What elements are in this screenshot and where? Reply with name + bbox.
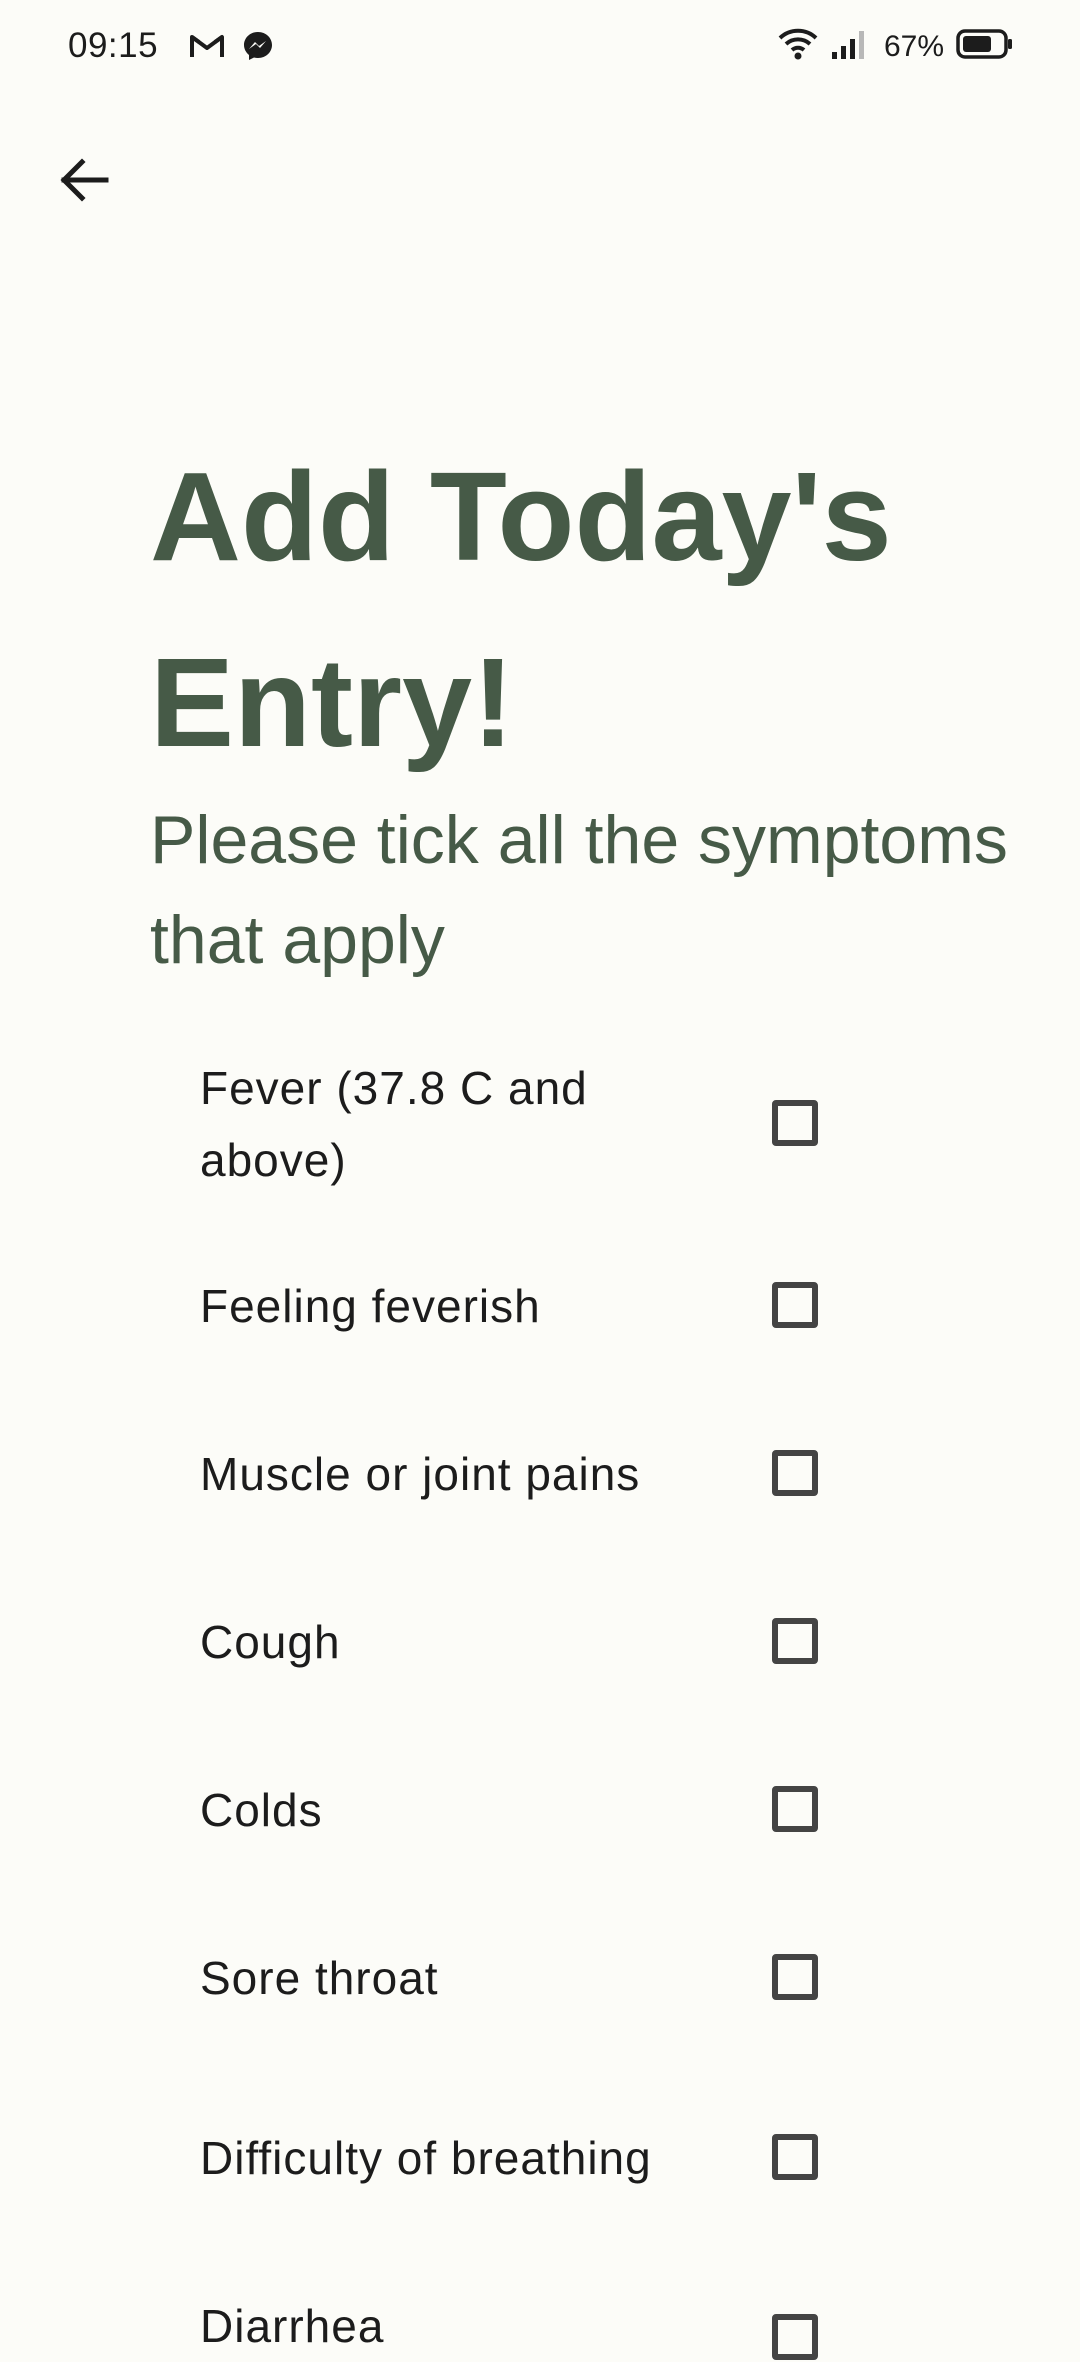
checkbox-fever[interactable] bbox=[772, 1100, 818, 1146]
symptom-row-cough[interactable]: Cough bbox=[200, 1606, 840, 1678]
symptom-row-sore-throat[interactable]: Sore throat bbox=[200, 1942, 840, 2014]
checkbox-muscle-joint-pains[interactable] bbox=[772, 1450, 818, 1496]
symptom-label: Colds bbox=[200, 1784, 323, 1836]
symptom-label: Diarrhea bbox=[200, 2300, 385, 2352]
checkbox-cough[interactable] bbox=[772, 1618, 818, 1664]
checkbox-feeling-feverish[interactable] bbox=[772, 1282, 818, 1328]
symptom-label: Sore throat bbox=[200, 1952, 439, 2004]
symptom-row-diarrhea[interactable]: Diarrhea bbox=[200, 2290, 840, 2362]
checkbox-diarrhea[interactable] bbox=[772, 2314, 818, 2360]
symptom-label: Cough bbox=[200, 1616, 341, 1668]
symptom-label: Feeling feverish bbox=[200, 1280, 541, 1332]
checkbox-sore-throat[interactable] bbox=[772, 1954, 818, 2000]
symptom-list: Fever (37.8 C and above) Feeling feveris… bbox=[0, 0, 1080, 2360]
symptom-row-difficulty-breathing[interactable]: Difficulty of breathing bbox=[200, 2086, 840, 2230]
symptom-label: Muscle or joint pains bbox=[200, 1448, 641, 1500]
symptom-row-feeling-feverish[interactable]: Feeling feverish bbox=[200, 1270, 840, 1342]
checkbox-difficulty-breathing[interactable] bbox=[772, 2134, 818, 2180]
symptom-row-colds[interactable]: Colds bbox=[200, 1774, 840, 1846]
symptom-label: Difficulty of breathing bbox=[200, 2132, 652, 2184]
symptom-row-fever[interactable]: Fever (37.8 C and above) bbox=[200, 1052, 840, 1196]
symptom-row-muscle-joint-pains[interactable]: Muscle or joint pains bbox=[200, 1438, 840, 1510]
symptom-label: Fever (37.8 C and above) bbox=[200, 1062, 588, 1186]
checkbox-colds[interactable] bbox=[772, 1786, 818, 1832]
